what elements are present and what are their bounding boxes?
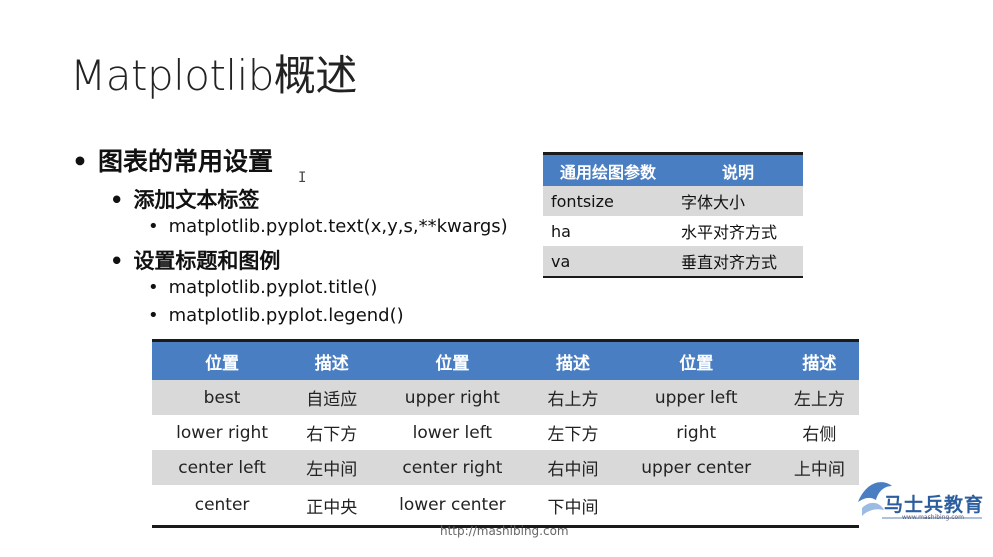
brand-logo-text: 马士兵教育	[884, 494, 985, 516]
param-name: va	[543, 246, 673, 277]
brand-logo-subtext: www.mashibing.com	[902, 514, 965, 521]
table-cell: 上中间	[779, 450, 859, 485]
bullet-text: 设置标题和图例	[133, 249, 281, 273]
table-cell: lower left	[371, 415, 534, 450]
table-cell: upper center	[612, 450, 780, 485]
header-cell: 通用绘图参数	[543, 153, 673, 186]
table-row: va 垂直对齐方式	[543, 246, 803, 277]
bullet-title-legend: • 设置标题和图例	[110, 245, 280, 275]
header-cell: 描述	[292, 340, 372, 380]
table-cell: 左上方	[779, 380, 859, 415]
table-cell: 右上方	[533, 380, 613, 415]
table-cell: center	[152, 485, 293, 527]
table-cell: best	[152, 380, 293, 415]
header-cell: 位置	[612, 340, 780, 380]
bullet-text: matplotlib.pyplot.legend()	[168, 305, 404, 326]
table-cell: center left	[152, 450, 293, 485]
table-cell	[612, 485, 780, 527]
bullet-add-text-label: • 添加文本标签	[110, 184, 259, 214]
bullet-dot: •	[72, 147, 88, 176]
table-row: fontsize 字体大小	[543, 186, 803, 216]
footer-url: http://mashibing.com	[440, 524, 569, 538]
table-cell: upper left	[612, 380, 780, 415]
table-cell: 左下方	[533, 415, 613, 450]
table-cell: 自适应	[292, 380, 372, 415]
bullet-dot: •	[148, 277, 159, 298]
table-row: ha 水平对齐方式	[543, 216, 803, 246]
param-name: ha	[543, 216, 673, 246]
table-header-row: 通用绘图参数 说明	[543, 153, 803, 186]
table-cell: 正中央	[292, 485, 372, 527]
table-cell: upper right	[371, 380, 534, 415]
bullet-text: 图表的常用设置	[97, 147, 273, 176]
bullet-legend-function: • matplotlib.pyplot.legend()	[148, 305, 404, 326]
table-cell: right	[612, 415, 780, 450]
table-cell	[779, 485, 859, 527]
bullet-text: 添加文本标签	[133, 188, 260, 212]
table-header-row: 位置 描述 位置 描述 位置 描述	[152, 340, 859, 380]
table-cell: 右中间	[533, 450, 613, 485]
bullet-text: matplotlib.pyplot.title()	[168, 277, 378, 298]
bullet-dot: •	[148, 216, 159, 237]
param-desc: 垂直对齐方式	[673, 246, 803, 277]
table-row: lower right 右下方 lower left 左下方 right 右侧	[152, 415, 859, 450]
table-cell: 左中间	[292, 450, 372, 485]
table-row: center left 左中间 center right 右中间 upper c…	[152, 450, 859, 485]
table-cell: 右下方	[292, 415, 372, 450]
legend-location-table: 位置 描述 位置 描述 位置 描述 best 自适应 upper right 右…	[152, 339, 859, 528]
bullet-dot: •	[148, 305, 159, 326]
table-cell: 下中间	[533, 485, 613, 527]
bullet-dot: •	[110, 188, 124, 212]
header-cell: 位置	[152, 340, 293, 380]
table-row: center 正中央 lower center 下中间	[152, 485, 859, 527]
param-table: 通用绘图参数 说明 fontsize 字体大小 ha 水平对齐方式 va 垂直对…	[543, 152, 803, 278]
bullet-text-function: • matplotlib.pyplot.text(x,y,s,**kwargs)	[148, 216, 508, 237]
header-cell: 说明	[673, 153, 803, 186]
table-cell: lower right	[152, 415, 293, 450]
slide-title: Matplotlib概述	[70, 51, 357, 100]
table-row: best 自适应 upper right 右上方 upper left 左上方	[152, 380, 859, 415]
header-cell: 描述	[779, 340, 859, 380]
bullet-chart-settings: • 图表的常用设置	[72, 142, 273, 178]
param-desc: 水平对齐方式	[673, 216, 803, 246]
table-cell: 右侧	[779, 415, 859, 450]
table-cell: lower center	[371, 485, 534, 527]
header-cell: 位置	[371, 340, 534, 380]
bullet-title-function: • matplotlib.pyplot.title()	[148, 277, 377, 298]
bullet-dot: •	[110, 249, 124, 273]
table-cell: center right	[371, 450, 534, 485]
param-name: fontsize	[543, 186, 673, 216]
text-cursor-icon: I	[298, 170, 307, 186]
header-cell: 描述	[533, 340, 613, 380]
param-desc: 字体大小	[673, 186, 803, 216]
bullet-text: matplotlib.pyplot.text(x,y,s,**kwargs)	[168, 216, 508, 237]
